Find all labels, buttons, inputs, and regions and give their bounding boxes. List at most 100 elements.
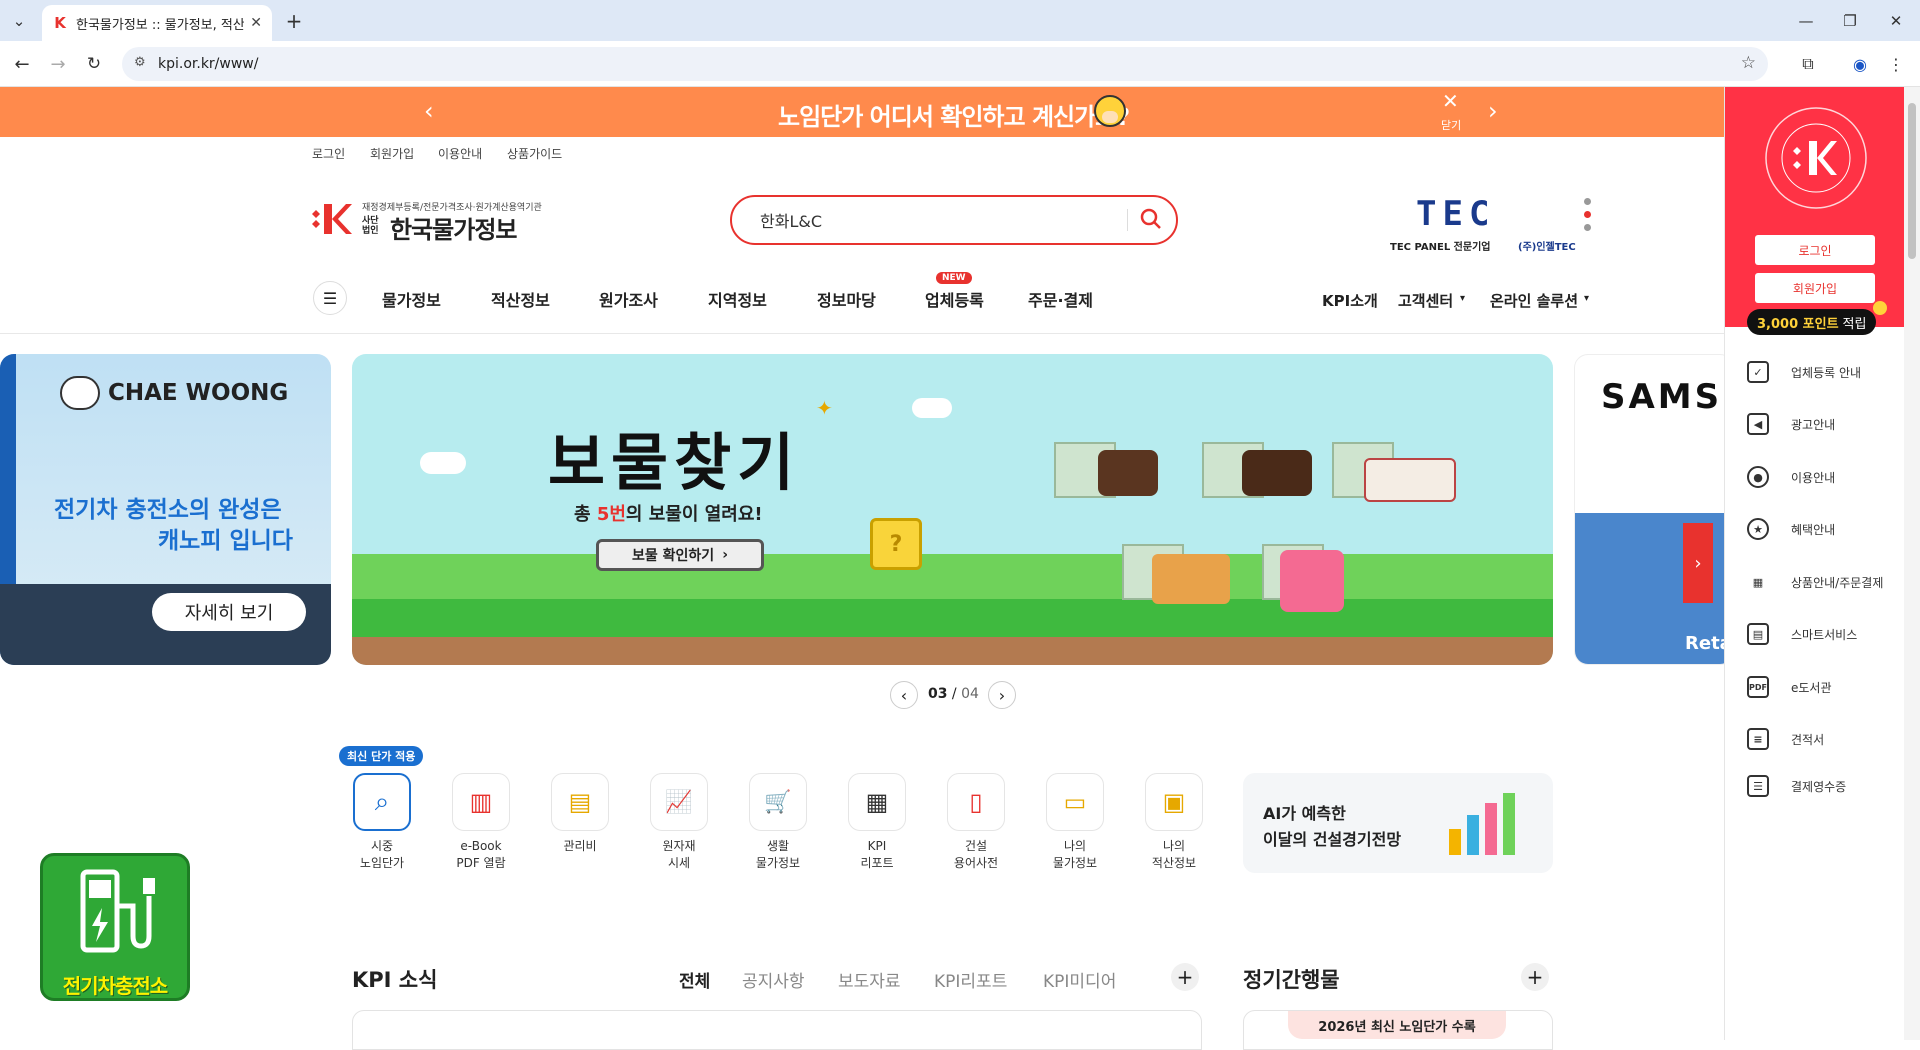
quick-living-price-button[interactable]: 🛒 — [749, 773, 807, 831]
rising-chart-icon: 📈 — [665, 789, 693, 815]
search-icon[interactable] — [1140, 208, 1162, 230]
nav-company-register[interactable]: 업체등록 — [925, 287, 984, 311]
pdf-icon: PDF — [1747, 676, 1769, 698]
page-scrollbar-thumb[interactable] — [1908, 103, 1916, 259]
search-divider — [1127, 209, 1128, 231]
util-guide-link[interactable]: 이용안내 — [438, 145, 482, 162]
quick-ebook-button[interactable]: ▥ — [452, 773, 510, 831]
search-input[interactable]: 한화L&C — [760, 208, 822, 232]
sidebar-item-benefits[interactable]: ★ 혜택안내 — [1747, 518, 1835, 540]
logo-name[interactable]: 한국물가정보 — [390, 210, 517, 245]
nav-cost-survey[interactable]: 원가조사 — [599, 287, 658, 311]
ad-pager-dots[interactable] — [1584, 198, 1592, 236]
sidebar-item-usage-guide[interactable]: ● 이용안내 — [1747, 466, 1835, 488]
ai-forecast-card[interactable]: AI가 예측한 이달의 건설경기전망 — [1243, 773, 1553, 873]
all-menu-icon[interactable]: ☰ — [313, 281, 347, 315]
banner-next-icon[interactable]: › — [1488, 97, 1498, 125]
quick-wage-label: 시중 노임단가 — [359, 839, 405, 870]
url-bar[interactable]: ⚙ kpi.or.kr/www/ ☆ — [122, 47, 1768, 81]
window-close-icon[interactable]: ✕ — [1884, 9, 1908, 33]
question-block: ? — [870, 518, 922, 570]
news-more-icon[interactable]: + — [1171, 963, 1199, 991]
quick-materials-label: 원자재 시세 — [662, 839, 696, 870]
nav-info-yard[interactable]: 정보마당 — [817, 287, 876, 311]
extensions-icon[interactable]: ⧉ — [1796, 52, 1820, 76]
profile-icon[interactable]: ◉ — [1848, 52, 1872, 76]
carousel-prev-icon[interactable]: ‹ — [890, 681, 918, 709]
coin-icon — [1873, 301, 1887, 315]
banner-message[interactable]: 노임단가 어디서 확인하고 계신가요? — [778, 97, 1130, 132]
right-quick-sidebar: 로그인 회원가입 3,000 포인트 적립 ✓ 업체등록 안내 ◀ 광고안내 ● 이용안… — [1724, 87, 1905, 1040]
util-product-guide-link[interactable]: 상품가이드 — [507, 145, 562, 162]
kpi-logo-icon[interactable] — [312, 202, 352, 236]
sparkle-icon: ✦ — [816, 396, 833, 420]
sidebar-item-receipt[interactable]: ☰ 결제영수증 — [1747, 775, 1846, 797]
sidebar-login-button[interactable]: 로그인 — [1755, 235, 1875, 265]
util-signup-link[interactable]: 회원가입 — [370, 145, 414, 162]
nav-online-solution[interactable]: 온라인 솔루션 — [1490, 290, 1578, 311]
search-box[interactable]: 한화L&C — [730, 195, 1178, 245]
new-tab-icon[interactable]: + — [282, 9, 306, 33]
quick-my-price-button[interactable]: ▭ — [1046, 773, 1104, 831]
back-icon[interactable]: ← — [10, 52, 34, 76]
periodicals-more-icon[interactable]: + — [1521, 963, 1549, 991]
quick-materials-button[interactable]: 📈 — [650, 773, 708, 831]
treasure-check-button[interactable]: 보물 확인하기 › — [596, 539, 764, 571]
carousel-slide-center[interactable]: ✦ 보물찾기 총 5번의 보물이 열려요! 보물 확인하기 › ? — [352, 354, 1553, 665]
sidebar-item-quotation[interactable]: ≡ 견적서 — [1747, 728, 1824, 750]
quick-my-price-label: 나의 물가정보 — [1052, 839, 1098, 870]
sidebar-item-company-register[interactable]: ✓ 업체등록 안내 — [1747, 361, 1861, 383]
nav-customer-center[interactable]: 고객센터 — [1398, 290, 1453, 311]
logo-badge: 사단법인 — [362, 216, 379, 236]
sidebar-signup-button[interactable]: 회원가입 — [1755, 273, 1875, 303]
quick-wage-button[interactable]: ⌕ — [353, 773, 411, 831]
ev-charging-station-badge[interactable]: 전기차충전소 — [40, 853, 190, 1001]
nav-regional-info[interactable]: 지역정보 — [708, 287, 767, 311]
ev-badge-label: 전기차충전소 — [62, 974, 168, 998]
carousel-slide-left[interactable]: CHAE WOONG 전기차 충전소의 완성은 캐노피 입니다 자세히 보기 — [0, 354, 331, 665]
nav-estimate-info[interactable]: 적산정보 — [491, 287, 550, 311]
bookmark-star-icon[interactable]: ☆ — [1741, 53, 1756, 73]
tab-close-icon[interactable]: ✕ — [250, 15, 262, 31]
quick-kpi-report-button[interactable]: ▦ — [848, 773, 906, 831]
tab-search-icon[interactable]: ⌄ — [8, 10, 30, 32]
reload-icon[interactable]: ↻ — [82, 52, 106, 76]
browser-tab[interactable]: K 한국물가정보 :: 물가정보, 적산 ✕ — [42, 5, 272, 41]
news-tab-notice[interactable]: 공지사항 — [742, 967, 805, 992]
treasure-subtitle: 총 5번의 보물이 열려요! — [574, 504, 763, 525]
quick-my-estimate-button[interactable]: ▣ — [1145, 773, 1203, 831]
banner-prev-icon[interactable]: ‹ — [424, 97, 434, 125]
news-tab-kpi-media[interactable]: KPI미디어 — [1043, 967, 1116, 992]
util-login-link[interactable]: 로그인 — [312, 145, 345, 162]
left-slide-detail-button[interactable]: 자세히 보기 — [152, 593, 306, 631]
browser-menu-icon[interactable]: ⋮ — [1884, 52, 1908, 76]
nav-price-info[interactable]: 물가정보 — [382, 287, 441, 311]
browser-tab-bar: ⌄ K 한국물가정보 :: 물가정보, 적산 ✕ + — ❐ ✕ — [0, 0, 1920, 41]
carousel-next-icon[interactable]: › — [988, 681, 1016, 709]
sidebar-item-products-order[interactable]: ▦ 상품안내/주문결제 — [1747, 571, 1884, 593]
site-info-icon[interactable]: ⚙ — [134, 55, 146, 70]
quick-maintenance-button[interactable]: ▤ — [551, 773, 609, 831]
news-tab-kpi-report[interactable]: KPI리포트 — [934, 967, 1007, 992]
nav-order-payment[interactable]: 주문·결제 — [1028, 287, 1093, 311]
periodicals-first-item[interactable]: 2026년 최신 노임단가 수록 — [1288, 1011, 1506, 1039]
banner-close-icon[interactable]: ✕ — [1442, 89, 1459, 113]
forward-icon[interactable]: → — [46, 52, 70, 76]
right-slide-next-icon[interactable]: › — [1683, 523, 1713, 603]
nav-kpi-intro[interactable]: KPI소개 — [1322, 290, 1378, 311]
left-slide-line2: 캐노피 입니다 — [158, 528, 293, 554]
document-coin-icon: ▤ — [568, 788, 592, 816]
minimize-icon[interactable]: — — [1794, 9, 1818, 33]
news-tab-all[interactable]: 전체 — [679, 967, 710, 992]
restore-icon[interactable]: ❐ — [1838, 9, 1862, 33]
nav-divider — [0, 333, 1724, 334]
site-favicon-icon: K — [54, 14, 66, 32]
quick-dictionary-button[interactable]: ▯ — [947, 773, 1005, 831]
news-tab-press[interactable]: 보도자료 — [838, 967, 901, 992]
carousel-slide-right[interactable]: SAMSU › Reta — [1574, 354, 1734, 665]
sidebar-item-advertising[interactable]: ◀ 광고안내 — [1747, 413, 1835, 435]
sidebar-item-elibrary[interactable]: PDF e도서관 — [1747, 676, 1832, 698]
banner-close-label[interactable]: 닫기 — [1441, 117, 1461, 133]
sidebar-item-smart-service[interactable]: ▤ 스마트서비스 — [1747, 623, 1857, 645]
tec-ad-logo[interactable]: TEC — [1416, 194, 1546, 234]
